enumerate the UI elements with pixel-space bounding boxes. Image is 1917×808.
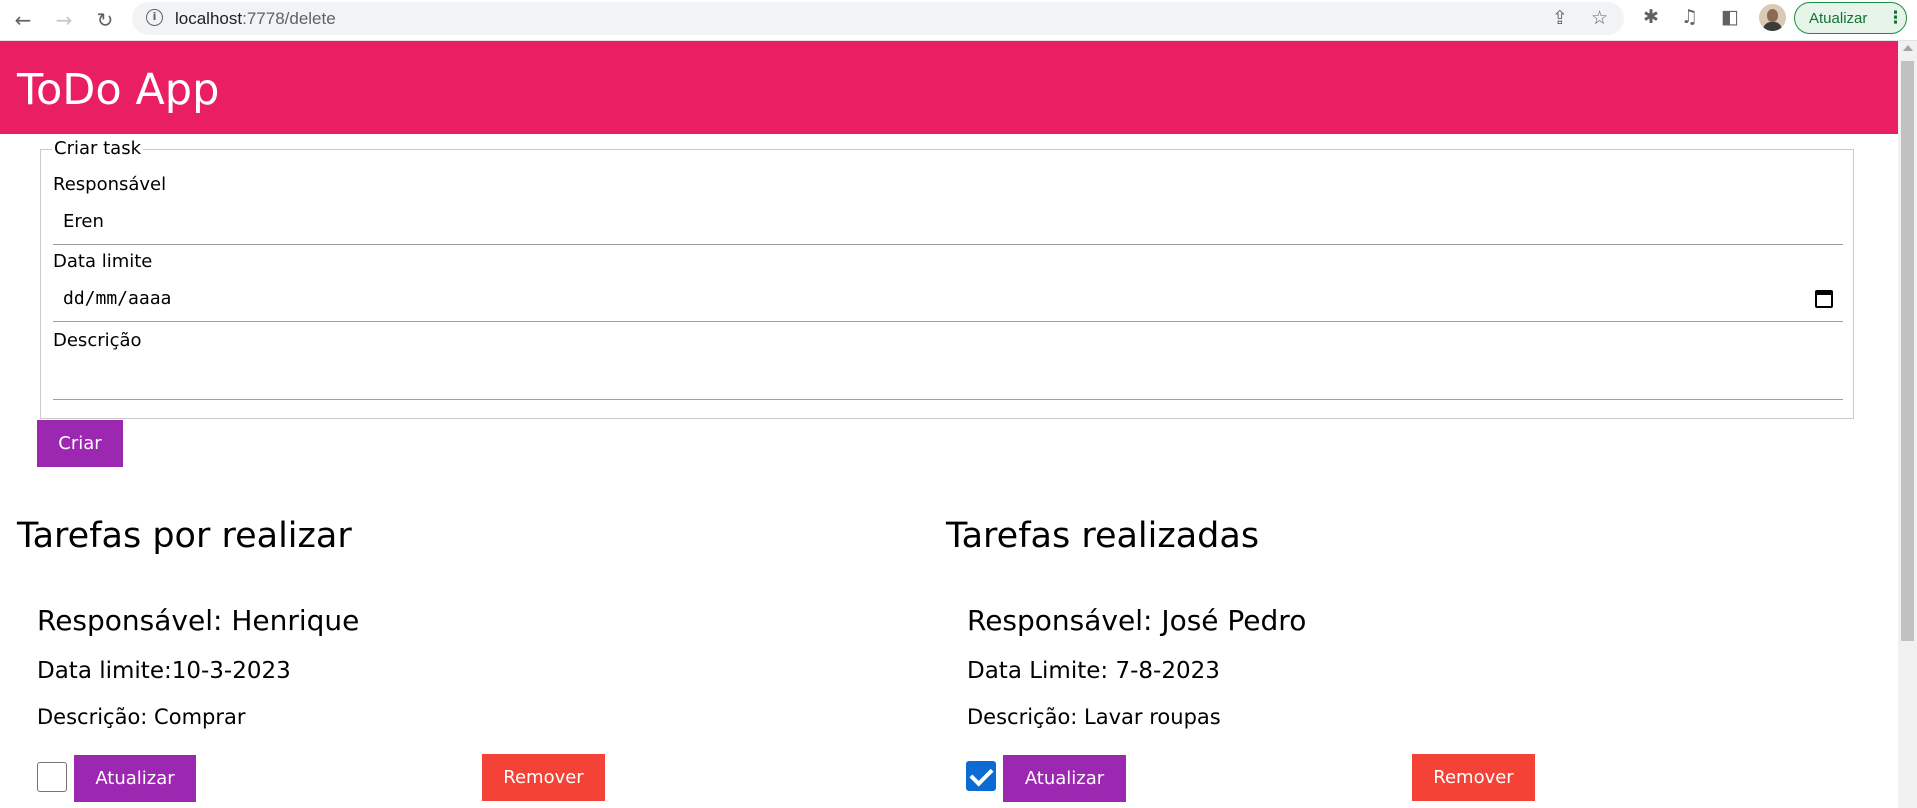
- task-descricao: Descrição: Comprar: [37, 705, 246, 729]
- done-task-checkbox[interactable]: [966, 761, 996, 791]
- create-task-legend: Criar task: [52, 138, 144, 159]
- responsavel-label: Responsável: [53, 174, 167, 195]
- side-panel-icon[interactable]: ◧: [1721, 6, 1739, 28]
- avatar-face: [1767, 9, 1778, 22]
- bookmark-star-icon[interactable]: ☆: [1591, 7, 1608, 29]
- task-descricao: Descrição: Lavar roupas: [967, 705, 1221, 729]
- back-arrow-icon[interactable]: ←: [9, 6, 37, 34]
- date-placeholder: dd/mm/aaaa: [63, 288, 172, 309]
- done-remove-button[interactable]: Remover: [1412, 754, 1535, 801]
- forward-arrow-icon[interactable]: →: [50, 6, 78, 34]
- site-info-icon[interactable]: i: [146, 9, 163, 26]
- url-path: :7778/delete: [242, 9, 336, 28]
- extensions-puzzle-icon[interactable]: ✱: [1643, 6, 1659, 28]
- app-title: ToDo App: [17, 65, 220, 115]
- url-text[interactable]: localhost:7778/delete: [175, 9, 336, 29]
- calendar-icon[interactable]: [1815, 290, 1833, 308]
- descricao-label: Descrição: [53, 330, 142, 351]
- create-task-fieldset: Criar task Responsável Eren Data limite …: [40, 138, 1854, 419]
- done-tasks-title: Tarefas realizadas: [946, 516, 1260, 556]
- task-responsavel: Responsável: José Pedro: [967, 604, 1307, 637]
- done-update-button[interactable]: Atualizar: [1003, 755, 1126, 802]
- pending-update-button[interactable]: Atualizar: [74, 755, 196, 802]
- scroll-up-icon[interactable]: [1903, 45, 1913, 51]
- url-host: localhost: [175, 9, 243, 28]
- data-limite-label: Data limite: [53, 251, 153, 272]
- descricao-input[interactable]: [53, 356, 1843, 400]
- browser-update-label: Atualizar: [1809, 10, 1868, 27]
- page-scrollbar[interactable]: [1898, 41, 1917, 808]
- share-icon[interactable]: ⇪: [1552, 7, 1568, 29]
- browser-toolbar: ← → ↻ i localhost:7778/delete ⇪ ☆ ✱ ♫ ◧ …: [0, 0, 1917, 41]
- app-header: ToDo App: [0, 41, 1898, 134]
- more-menu-icon[interactable]: ⋮: [1887, 8, 1904, 28]
- browser-update-button[interactable]: Atualizar ⋮: [1794, 2, 1907, 34]
- pending-remove-button[interactable]: Remover: [482, 754, 605, 801]
- criar-button[interactable]: Criar: [37, 420, 123, 467]
- pending-tasks-title: Tarefas por realizar: [17, 516, 352, 556]
- profile-avatar[interactable]: [1759, 4, 1786, 31]
- reload-icon[interactable]: ↻: [91, 6, 119, 34]
- task-responsavel: Responsável: Henrique: [37, 604, 360, 637]
- task-data-limite: Data limite:10-3-2023: [37, 658, 291, 684]
- task-data-limite: Data Limite: 7-8-2023: [967, 658, 1220, 684]
- data-limite-input[interactable]: dd/mm/aaaa: [53, 278, 1843, 322]
- pending-task-checkbox[interactable]: [37, 762, 67, 792]
- responsavel-value: Eren: [63, 211, 104, 232]
- avatar-body: [1763, 22, 1782, 31]
- responsavel-input[interactable]: Eren: [53, 201, 1843, 245]
- scrollbar-thumb[interactable]: [1901, 61, 1914, 641]
- media-queue-icon[interactable]: ♫: [1681, 6, 1698, 28]
- address-bar[interactable]: i localhost:7778/delete ⇪ ☆: [132, 2, 1624, 35]
